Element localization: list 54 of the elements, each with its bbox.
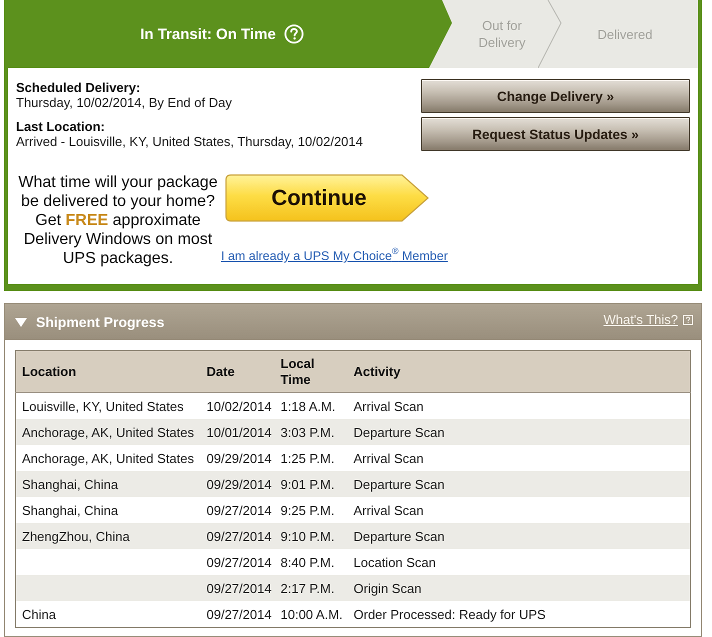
field-value: Arrived - Louisville, KY, United States, Thursday, 10/02/2014 (16, 134, 363, 149)
column-header: Location (16, 350, 200, 392)
table-cell: Arrival Scan (348, 497, 690, 523)
table-cell: Anchorage, AK, United States (16, 445, 200, 471)
table-cell: ZhengZhou, China (16, 523, 200, 549)
table-cell: 09/27/2014 (200, 523, 274, 549)
table-cell: 10/01/2014 (200, 419, 274, 445)
action-button[interactable]: Request Status Updates » (421, 117, 690, 151)
table-cell: 09/27/2014 (200, 497, 274, 523)
table-cell: 9:10 P.M. (274, 523, 348, 549)
table-cell: Shanghai, China (16, 497, 200, 523)
table-cell: 09/29/2014 (200, 471, 274, 497)
table-cell: Order Processed: Ready for UPS (348, 601, 690, 628)
table-cell: Arrival Scan (348, 445, 690, 471)
column-header: Activity (348, 350, 690, 392)
table-cell: 10:00 A.M. (274, 601, 348, 628)
table-cell: 9:25 P.M. (274, 497, 348, 523)
table-cell: Anchorage, AK, United States (16, 419, 200, 445)
table-cell: Shanghai, China (16, 471, 200, 497)
table-cell: 1:25 P.M. (274, 445, 348, 471)
table-cell: 09/29/2014 (200, 445, 274, 471)
table-cell: 1:18 A.M. (274, 392, 348, 419)
table-cell: 09/27/2014 (200, 601, 274, 628)
section-title: Shipment Progress (36, 314, 164, 330)
column-header: Local Time (274, 350, 348, 392)
field-value: Thursday, 10/02/2014, By End of Day (16, 95, 233, 110)
table-cell: China (16, 601, 200, 628)
table-cell: 09/27/2014 (200, 575, 274, 601)
table-cell: 2:17 P.M. (274, 575, 348, 601)
table-cell: Arrival Scan (348, 392, 690, 419)
continue-button[interactable]: Continue (225, 174, 429, 222)
help-icon[interactable] (683, 314, 693, 324)
table-cell: Departure Scan (348, 419, 690, 445)
collapse-triangle-icon[interactable] (15, 318, 27, 326)
table-cell: Departure Scan (348, 523, 690, 549)
table-cell: Origin Scan (348, 575, 690, 601)
member-link[interactable]: I am already a UPS My Choice$^{®}$ Member (221, 249, 448, 264)
table-cell: 10/02/2014 (200, 392, 274, 419)
table-cell: 09/27/2014 (200, 549, 274, 575)
table-cell: Departure Scan (348, 471, 690, 497)
field-label: Scheduled Delivery: (16, 80, 142, 95)
table-cell: 8:40 P.M. (274, 549, 348, 575)
step-label: In Transit: On Time (140, 26, 276, 42)
column-header: Date (200, 350, 274, 392)
table-cell: 9:01 P.M. (274, 471, 348, 497)
step-label: Out for Delivery (478, 17, 526, 51)
field-label: Last Location: (16, 119, 106, 134)
table-cell: Location Scan (348, 549, 690, 575)
promo-text: What time will your package be delivered to your home? Get FREE approximate Delivery Windows on most UPS packages. (17, 173, 219, 268)
table-cell: Louisville, KY, United States (16, 392, 200, 419)
action-button[interactable]: Change Delivery » (421, 79, 690, 113)
step-label: Delivered (598, 26, 652, 42)
chevron-divider (538, 0, 562, 68)
table-cell: 3:03 P.M. (274, 419, 348, 445)
